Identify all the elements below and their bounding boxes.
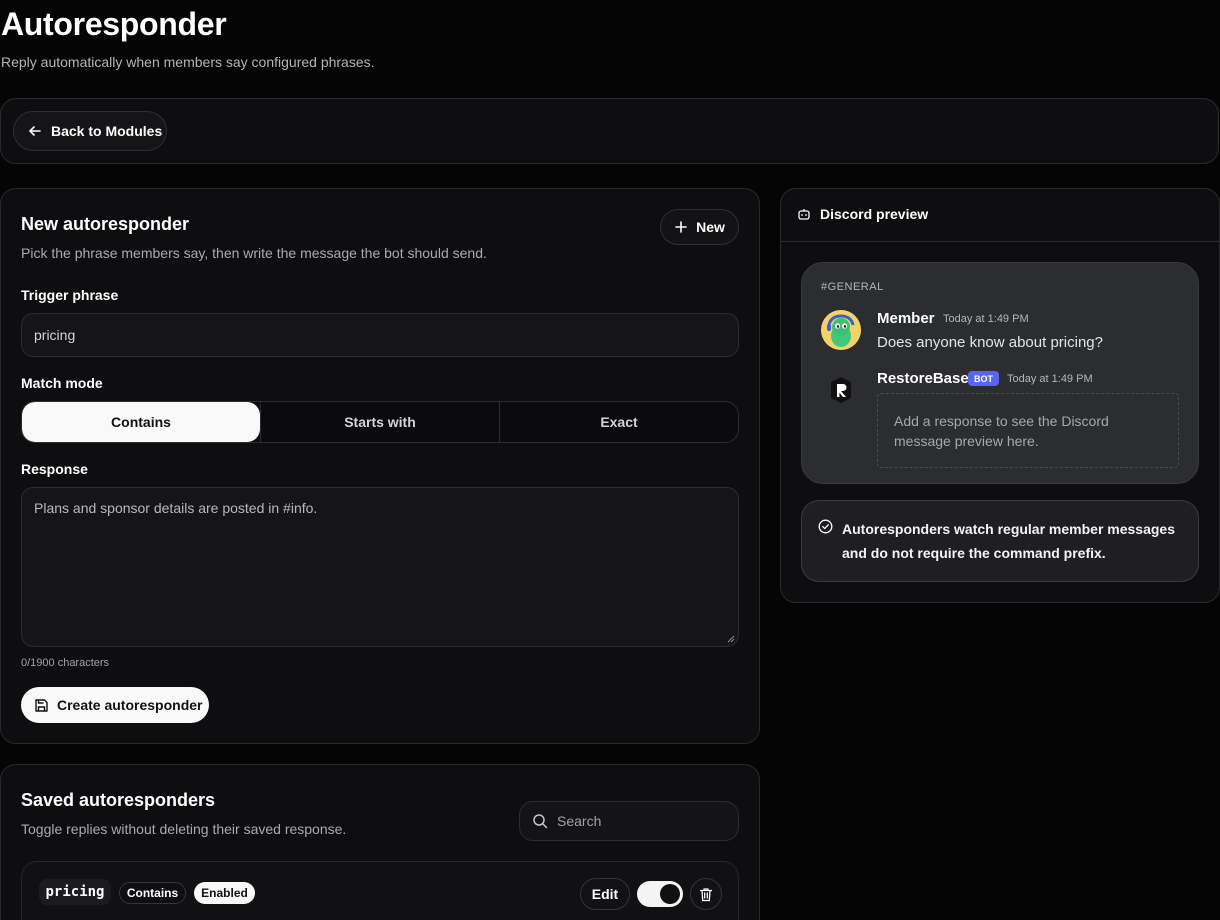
create-autoresponder-button[interactable]: Create autoresponder (21, 687, 209, 723)
edit-button[interactable]: Edit (580, 878, 630, 910)
create-card-title: New autoresponder (21, 214, 190, 234)
back-button-label: Back to Modules (51, 123, 163, 139)
saved-card-title: Saved autoresponders (21, 790, 216, 810)
match-mode-exact[interactable]: Exact (499, 402, 738, 442)
match-mode-starts-with[interactable]: Starts with (260, 402, 499, 442)
preview-title: Discord preview (797, 206, 928, 222)
channel-name: #GENERAL (821, 281, 884, 293)
item-trigger: pricing (39, 879, 111, 905)
page-title: Autoresponder (1, 6, 227, 42)
bot-message-placeholder: Add a response to see the Discord messag… (877, 393, 1179, 468)
item-mode-badge: Contains (119, 882, 186, 904)
info-text: Autoresponders watch regular member mess… (842, 521, 1176, 561)
trigger-phrase-input[interactable]: pricing (21, 313, 739, 357)
search-placeholder: Search (557, 813, 602, 829)
enabled-toggle[interactable] (637, 881, 683, 907)
arrow-left-icon (29, 126, 41, 136)
save-icon (35, 698, 48, 712)
back-to-modules-button[interactable]: Back to Modules (13, 111, 167, 151)
character-count: 0/1900 characters (21, 657, 110, 669)
create-card-subtitle: Pick the phrase members say, then write … (21, 245, 487, 261)
avatar (821, 310, 861, 350)
search-input[interactable]: Search (519, 801, 739, 841)
bot-icon (798, 209, 810, 220)
check-circle-icon (818, 519, 833, 534)
response-textarea[interactable]: Plans and sponsor details are posted in … (21, 487, 739, 647)
saved-card-subtitle: Toggle replies without deleting their sa… (21, 821, 347, 837)
response-label: Response (21, 461, 88, 477)
trash-icon (699, 887, 713, 901)
create-card (0, 188, 760, 744)
bot-timestamp: Today at 1:49 PM (1007, 373, 1093, 385)
trigger-value: pricing (34, 327, 76, 343)
resize-grip-icon[interactable] (727, 635, 735, 643)
bot-badge: BOT (968, 371, 999, 386)
delete-button[interactable] (690, 878, 722, 910)
toggle-knob (660, 884, 680, 904)
divider (781, 241, 1219, 242)
match-mode-selector: Contains Starts with Exact (21, 401, 739, 443)
back-panel (0, 98, 1219, 164)
member-timestamp: Today at 1:49 PM (943, 313, 1029, 325)
create-button-label: Create autoresponder (57, 697, 203, 713)
page-subtitle: Reply automatically when members say con… (1, 54, 375, 70)
bot-name: RestoreBase (877, 370, 969, 387)
bot-avatar (821, 370, 861, 410)
match-mode-label: Match mode (21, 375, 103, 391)
member-avatar-icon (821, 310, 861, 350)
restorebase-logo-icon (831, 377, 851, 403)
member-message: Does anyone know about pricing? (877, 334, 1103, 351)
status-badge: Enabled (194, 882, 255, 904)
search-icon (533, 814, 548, 829)
new-button[interactable]: New (660, 209, 739, 245)
new-button-label: New (696, 219, 725, 235)
trigger-label: Trigger phrase (21, 287, 119, 303)
response-placeholder: Plans and sponsor details are posted in … (34, 500, 318, 516)
member-name: Member (877, 310, 935, 327)
preview-title-label: Discord preview (820, 206, 929, 222)
match-mode-contains[interactable]: Contains (22, 402, 260, 442)
plus-icon (675, 221, 687, 233)
